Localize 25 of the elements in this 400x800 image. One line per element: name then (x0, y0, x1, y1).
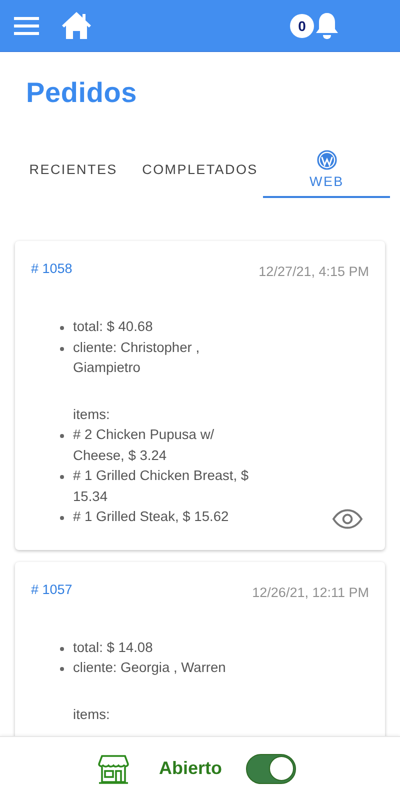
order-number[interactable]: # 1057 (31, 582, 72, 596)
order-item: # 1 Grilled Steak, $ 15.62 (59, 507, 251, 528)
items-label: items: (73, 706, 110, 724)
order-detail: cliente: Christopher , Giampietro (59, 338, 251, 378)
order-detail: total: $ 14.08 (59, 638, 251, 658)
bell-icon[interactable] (314, 12, 340, 40)
store-icon (98, 754, 129, 784)
order-detail: total: $ 40.68 (59, 317, 251, 338)
menu-icon[interactable] (14, 16, 39, 34)
order-date: 12/26/21, 12:11 PM (252, 584, 369, 600)
page-title: Pedidos (26, 76, 138, 110)
open-toggle[interactable] (246, 754, 296, 784)
home-icon[interactable] (61, 11, 92, 40)
tab[interactable]: WEB (263, 142, 390, 198)
order-item: # 2 Chicken Pupusa w/ Cheese, $ 3.24 (59, 425, 251, 466)
order-detail: cliente: Georgia , Warren (59, 658, 251, 678)
order-item: # 1 Grilled Chicken Breast, $ 15.34 (59, 466, 251, 507)
notification-badge: 0 (290, 14, 314, 38)
items-label: items: (73, 406, 110, 424)
order-number[interactable]: # 1058 (31, 261, 72, 276)
store-status: Abierto (159, 758, 222, 779)
eye-icon[interactable] (332, 508, 363, 528)
tab[interactable]: RECIENTES (10, 142, 137, 198)
tab[interactable]: COMPLETADOS (136, 142, 264, 198)
order-date: 12/27/21, 4:15 PM (258, 264, 369, 279)
